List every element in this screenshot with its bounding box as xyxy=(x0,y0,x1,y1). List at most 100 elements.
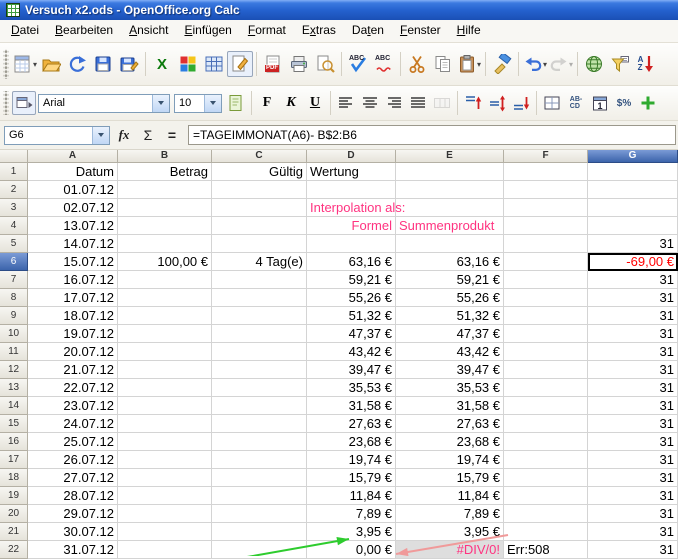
justify-button[interactable] xyxy=(406,91,430,115)
cell-G22[interactable]: 31 xyxy=(588,541,678,559)
row-header-3[interactable]: 3 xyxy=(0,199,28,217)
valign-bottom-button[interactable] xyxy=(509,91,533,115)
row-header-15[interactable]: 15 xyxy=(0,415,28,433)
cell-A19[interactable]: 28.07.12 xyxy=(28,487,118,505)
column-header-C[interactable]: C xyxy=(212,150,307,163)
row-header-20[interactable]: 20 xyxy=(0,505,28,523)
cell-F20[interactable] xyxy=(504,505,588,523)
font-size-select[interactable]: 10 xyxy=(174,94,222,113)
cell-F10[interactable] xyxy=(504,325,588,343)
cell-B11[interactable] xyxy=(118,343,212,361)
cell-D20[interactable]: 7,89 € xyxy=(307,505,396,523)
cell-B7[interactable] xyxy=(118,271,212,289)
cell-A16[interactable]: 25.07.12 xyxy=(28,433,118,451)
menu-datei[interactable]: Datei xyxy=(3,20,47,42)
cell-G9[interactable]: 31 xyxy=(588,307,678,325)
cell-D18[interactable]: 15,79 € xyxy=(307,469,396,487)
row-header-16[interactable]: 16 xyxy=(0,433,28,451)
row-header-18[interactable]: 18 xyxy=(0,469,28,487)
cell-C11[interactable] xyxy=(212,343,307,361)
cell-F17[interactable] xyxy=(504,451,588,469)
menu-bearbeiten[interactable]: Bearbeiten xyxy=(47,20,121,42)
cell-G13[interactable]: 31 xyxy=(588,379,678,397)
name-box[interactable]: G6 xyxy=(4,126,110,145)
cell-C14[interactable] xyxy=(212,397,307,415)
cell-F4[interactable] xyxy=(504,217,588,235)
cell-D12[interactable]: 39,47 € xyxy=(307,361,396,379)
valign-middle-button[interactable] xyxy=(485,91,509,115)
align-right-button[interactable] xyxy=(382,91,406,115)
cell-B16[interactable] xyxy=(118,433,212,451)
cell-E18[interactable]: 15,79 € xyxy=(396,469,504,487)
cell-D5[interactable] xyxy=(307,235,396,253)
select-all-corner[interactable] xyxy=(0,150,28,163)
page-preview-button[interactable] xyxy=(312,51,338,77)
cell-D22[interactable]: 0,00 € xyxy=(307,541,396,559)
cell-A21[interactable]: 30.07.12 xyxy=(28,523,118,541)
cell-B14[interactable] xyxy=(118,397,212,415)
cell-G11[interactable]: 31 xyxy=(588,343,678,361)
auto-spellcheck-button[interactable]: ABC xyxy=(371,51,397,77)
cell-B22[interactable] xyxy=(118,541,212,559)
column-header-D[interactable]: D xyxy=(307,150,396,163)
menu-daten[interactable]: Daten xyxy=(344,20,392,42)
cell-D17[interactable]: 19,74 € xyxy=(307,451,396,469)
cell-D8[interactable]: 55,26 € xyxy=(307,289,396,307)
row-header-21[interactable]: 21 xyxy=(0,523,28,541)
cut-button[interactable] xyxy=(404,51,430,77)
cell-C13[interactable] xyxy=(212,379,307,397)
cell-G18[interactable]: 31 xyxy=(588,469,678,487)
undo-button[interactable]: ▾ xyxy=(522,51,548,77)
save-as-button[interactable] xyxy=(116,51,142,77)
cell-D1[interactable]: Wertung xyxy=(307,163,396,181)
toolbar-grip[interactable] xyxy=(3,91,9,115)
cell-E3[interactable] xyxy=(396,199,504,217)
cell-B9[interactable] xyxy=(118,307,212,325)
cell-F13[interactable] xyxy=(504,379,588,397)
cell-F9[interactable] xyxy=(504,307,588,325)
chevron-down-icon[interactable] xyxy=(152,95,169,112)
column-header-G[interactable]: G xyxy=(588,150,678,163)
styles-button[interactable] xyxy=(12,91,36,115)
row-header-4[interactable]: 4 xyxy=(0,217,28,235)
chevron-down-icon[interactable]: ▾ xyxy=(569,60,573,69)
cell-G15[interactable]: 31 xyxy=(588,415,678,433)
cell-E11[interactable]: 43,42 € xyxy=(396,343,504,361)
cell-F2[interactable] xyxy=(504,181,588,199)
cell-C16[interactable] xyxy=(212,433,307,451)
cell-G6[interactable]: -69,00 € xyxy=(588,253,678,271)
cell-F1[interactable] xyxy=(504,163,588,181)
paste-button[interactable]: ▾ xyxy=(456,51,482,77)
cell-B20[interactable] xyxy=(118,505,212,523)
cell-G19[interactable]: 31 xyxy=(588,487,678,505)
cell-C5[interactable] xyxy=(212,235,307,253)
cell-B2[interactable] xyxy=(118,181,212,199)
cell-G3[interactable] xyxy=(588,199,678,217)
cell-E15[interactable]: 27,63 € xyxy=(396,415,504,433)
cell-F8[interactable] xyxy=(504,289,588,307)
row-header-13[interactable]: 13 xyxy=(0,379,28,397)
row-header-12[interactable]: 12 xyxy=(0,361,28,379)
autofilter-button[interactable] xyxy=(607,51,633,77)
row-header-7[interactable]: 7 xyxy=(0,271,28,289)
cell-F11[interactable] xyxy=(504,343,588,361)
cell-D16[interactable]: 23,68 € xyxy=(307,433,396,451)
cell-G4[interactable] xyxy=(588,217,678,235)
column-header-E[interactable]: E xyxy=(396,150,504,163)
cell-E5[interactable] xyxy=(396,235,504,253)
cell-C6[interactable]: 4 Tag(e) xyxy=(212,253,307,271)
row-header-10[interactable]: 10 xyxy=(0,325,28,343)
borders-button[interactable] xyxy=(540,91,564,115)
sort-ascending-button[interactable]: AZ xyxy=(633,51,659,77)
cell-F19[interactable] xyxy=(504,487,588,505)
cell-G2[interactable] xyxy=(588,181,678,199)
cell-D13[interactable]: 35,53 € xyxy=(307,379,396,397)
cell-C8[interactable] xyxy=(212,289,307,307)
cell-E10[interactable]: 47,37 € xyxy=(396,325,504,343)
cell-E4[interactable]: Summenprodukt xyxy=(396,217,504,235)
cell-B13[interactable] xyxy=(118,379,212,397)
row-header-8[interactable]: 8 xyxy=(0,289,28,307)
row-header-6[interactable]: 6 xyxy=(0,253,28,271)
menu-extras[interactable]: Extras xyxy=(294,20,344,42)
menu-fenster[interactable]: Fenster xyxy=(392,20,449,42)
